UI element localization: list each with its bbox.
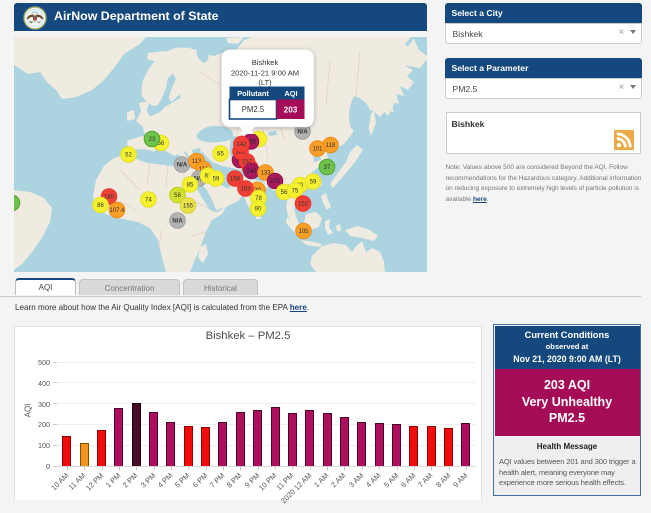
svg-text:101: 101 (312, 147, 323, 153)
svg-text:Bishkek: Bishkek (252, 58, 279, 67)
svg-text:105: 105 (298, 229, 309, 235)
svg-text:65: 65 (217, 152, 224, 158)
svg-text:275: 275 (270, 179, 281, 185)
svg-text:PM2.5: PM2.5 (242, 105, 265, 114)
svg-text:85: 85 (187, 183, 194, 189)
svg-text:37: 37 (324, 165, 331, 171)
svg-text:107.4: 107.4 (109, 208, 125, 214)
svg-text:155: 155 (183, 204, 194, 210)
svg-text:240: 240 (246, 169, 257, 175)
svg-text:168: 168 (230, 177, 241, 183)
svg-text:75: 75 (292, 189, 299, 195)
svg-text:59: 59 (213, 177, 220, 183)
svg-text:90: 90 (255, 207, 262, 213)
svg-text:Pollutant: Pollutant (237, 89, 269, 98)
svg-text:163: 163 (240, 187, 251, 193)
svg-text:203: 203 (284, 106, 298, 115)
svg-text:118: 118 (326, 143, 336, 149)
svg-text:N/A: N/A (172, 219, 183, 225)
svg-text:2020-11-21 9:00 AM: 2020-11-21 9:00 AM (231, 69, 299, 78)
svg-text:86: 86 (97, 203, 104, 209)
svg-text:23: 23 (149, 137, 156, 143)
svg-text:N/A: N/A (177, 163, 188, 169)
svg-text:142: 142 (236, 142, 247, 148)
svg-text:58: 58 (174, 193, 181, 199)
svg-text:N/A: N/A (297, 130, 308, 136)
svg-text:52: 52 (125, 153, 132, 159)
svg-text:74: 74 (145, 198, 152, 204)
svg-text:AQI: AQI (284, 89, 297, 98)
svg-text:(LT): (LT) (258, 78, 272, 87)
svg-text:59: 59 (310, 180, 317, 186)
svg-text:152: 152 (298, 202, 309, 208)
